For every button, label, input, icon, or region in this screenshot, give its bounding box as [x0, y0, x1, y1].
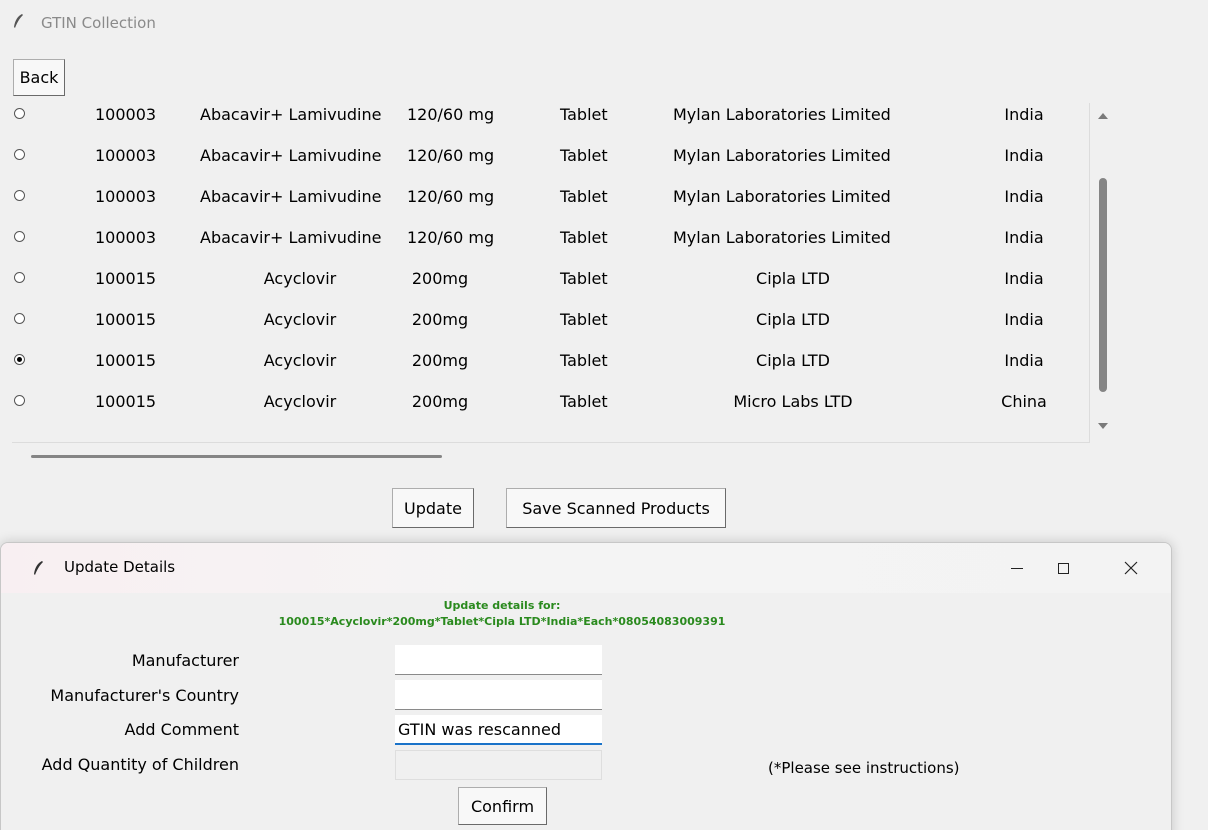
add-comment-label: Add Comment — [124, 720, 239, 739]
product-name: Acyclovir — [263, 310, 337, 329]
product-form: Tablet — [560, 105, 608, 124]
gtin-id: 100003 — [95, 228, 157, 247]
maximize-icon[interactable] — [1040, 543, 1086, 593]
product-strength: 120/60 mg — [407, 105, 495, 124]
horizontal-scrollbar-thumb[interactable] — [31, 455, 442, 458]
product-strength: 200mg — [411, 351, 469, 370]
gtin-id: 100015 — [95, 351, 157, 370]
product-country: India — [1004, 351, 1044, 370]
dialog-title: Update Details — [64, 558, 176, 576]
product-strength: 120/60 mg — [407, 146, 495, 165]
confirm-button[interactable]: Confirm — [458, 787, 547, 825]
list-item[interactable]: 100003 Abacavir+ Lamivudine 120/60 mg Table… — [12, 103, 1089, 139]
product-country: India — [1004, 228, 1044, 247]
update-button[interactable]: Update — [392, 488, 474, 528]
gtin-id: 100015 — [95, 392, 157, 411]
product-strength: 200mg — [411, 392, 469, 411]
product-country: China — [1001, 392, 1047, 411]
save-scanned-products-button[interactable]: Save Scanned Products — [506, 488, 726, 528]
row-radio-button[interactable] — [14, 354, 25, 365]
product-strength: 200mg — [411, 269, 469, 288]
product-name: Abacavir+ Lamivudine — [200, 228, 382, 247]
product-name: Acyclovir — [263, 351, 337, 370]
row-radio-button[interactable] — [14, 395, 25, 406]
product-form: Tablet — [560, 187, 608, 206]
gtin-id: 100003 — [95, 187, 157, 206]
list-item[interactable]: 100015 Acyclovir 200mg Tablet Micro Labs LTD… — [12, 386, 1089, 426]
manufacturer-country-label: Manufacturer's Country — [50, 686, 239, 705]
dialog-titlebar: Update Details — [1, 543, 1171, 593]
dialog-header-line1: Update details for: — [443, 599, 561, 612]
product-strength: 120/60 mg — [407, 228, 495, 247]
product-name: Abacavir+ Lamivudine — [200, 187, 382, 206]
tk-feather-icon — [34, 561, 43, 575]
row-radio-button[interactable] — [14, 313, 25, 324]
row-radio-button[interactable] — [14, 231, 25, 242]
product-country: India — [1004, 187, 1044, 206]
vertical-scrollbar[interactable] — [1092, 103, 1114, 443]
children-quantity-label: Add Quantity of Children — [41, 755, 239, 774]
product-country: India — [1004, 310, 1044, 329]
scroll-down-arrow-icon[interactable] — [1098, 423, 1108, 429]
product-list: 100003 Abacavir+ Lamivudine 120/60 mg Table… — [12, 103, 1090, 443]
product-manufacturer: Cipla LTD — [756, 351, 830, 370]
product-country: India — [1004, 146, 1044, 165]
add-comment-input[interactable] — [395, 715, 602, 745]
minimize-icon[interactable] — [994, 543, 1040, 593]
product-manufacturer: Mylan Laboratories Limited — [673, 187, 891, 206]
main-window-titlebar: GTIN Collection — [0, 0, 1208, 40]
instructions-note: (*Please see instructions) — [768, 759, 960, 777]
product-name: Acyclovir — [263, 269, 337, 288]
gtin-id: 100003 — [95, 146, 157, 165]
product-name: Abacavir+ Lamivudine — [200, 105, 382, 124]
product-manufacturer: Mylan Laboratories Limited — [673, 105, 891, 124]
product-strength: 120/60 mg — [407, 187, 495, 206]
product-name: Acyclovir — [263, 392, 337, 411]
product-country: India — [1004, 105, 1044, 124]
update-details-dialog: Update Details Update details for: 10001… — [0, 542, 1172, 830]
tk-feather-icon — [14, 14, 23, 28]
product-form: Tablet — [560, 310, 608, 329]
product-form: Tablet — [560, 269, 608, 288]
dialog-header-product: 100015*Acyclovir*200mg*Tablet*Cipla LTD*… — [278, 615, 726, 628]
product-strength: 200mg — [411, 310, 469, 329]
product-manufacturer: Micro Labs LTD — [733, 392, 853, 411]
product-form: Tablet — [560, 351, 608, 370]
manufacturer-label: Manufacturer — [131, 651, 239, 670]
list-item[interactable]: 100015 Acyclovir 200mg Tablet Cipla LTD India — [12, 263, 1089, 303]
list-item[interactable]: 100003 Abacavir+ Lamivudine 120/60 mg Table… — [12, 181, 1089, 221]
row-radio-button[interactable] — [14, 149, 25, 160]
close-icon[interactable] — [1108, 543, 1154, 593]
list-item[interactable]: 100015 Acyclovir 200mg Tablet Cipla LTD India — [12, 304, 1089, 344]
gtin-id: 100015 — [95, 269, 157, 288]
row-radio-button[interactable] — [14, 190, 25, 201]
list-item[interactable]: 100003 Abacavir+ Lamivudine 120/60 mg Table… — [12, 140, 1089, 180]
manufacturer-input[interactable] — [395, 645, 602, 675]
children-quantity-input — [395, 750, 602, 780]
product-manufacturer: Cipla LTD — [756, 310, 830, 329]
product-manufacturer: Mylan Laboratories Limited — [673, 228, 891, 247]
row-radio-button[interactable] — [14, 272, 25, 283]
scroll-up-arrow-icon[interactable] — [1098, 113, 1108, 119]
gtin-id: 100003 — [95, 105, 157, 124]
product-manufacturer: Mylan Laboratories Limited — [673, 146, 891, 165]
product-country: India — [1004, 269, 1044, 288]
scrollbar-thumb[interactable] — [1099, 178, 1107, 392]
list-item[interactable]: 100003 Abacavir+ Lamivudine 120/60 mg Table… — [12, 222, 1089, 262]
gtin-id: 100015 — [95, 310, 157, 329]
product-form: Tablet — [560, 146, 608, 165]
product-manufacturer: Cipla LTD — [756, 269, 830, 288]
list-item[interactable]: 100015 Acyclovir 200mg Tablet Cipla LTD India — [12, 345, 1089, 385]
back-button[interactable]: Back — [13, 59, 65, 96]
manufacturer-country-input[interactable] — [395, 680, 602, 710]
product-form: Tablet — [560, 228, 608, 247]
row-radio-button[interactable] — [14, 108, 25, 119]
main-window-title: GTIN Collection — [41, 14, 156, 32]
product-name: Abacavir+ Lamivudine — [200, 146, 382, 165]
product-form: Tablet — [560, 392, 608, 411]
